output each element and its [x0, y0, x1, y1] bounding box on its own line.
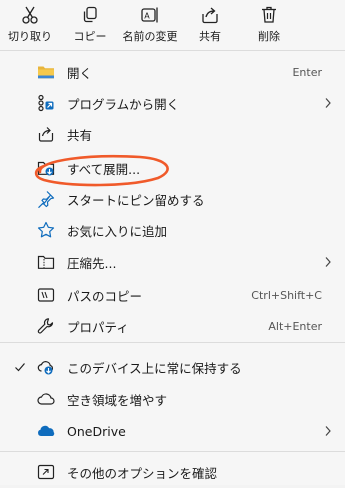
checkmark-icon: [15, 363, 25, 372]
menu-item-copy-path[interactable]: パスのコピー Ctrl+Shift+C: [0, 279, 345, 311]
menu-item-favorites[interactable]: お気に入りに追加: [0, 214, 345, 246]
menu-item-onedrive[interactable]: OneDrive: [0, 415, 345, 447]
trash-icon: [262, 6, 276, 23]
share-label: 共有: [67, 127, 93, 143]
pin-start-label: スタートにピン留めする: [67, 192, 205, 208]
menu-item-properties[interactable]: プロパティ Alt+Enter: [0, 310, 345, 342]
keep-on-device-label: このデバイス上に常に保持する: [67, 360, 242, 376]
rename-icon: A: [141, 7, 158, 23]
compress-label: 圧縮先...: [67, 255, 117, 271]
divider: [0, 50, 345, 51]
more-options-icon: [37, 464, 55, 480]
context-toolbar: 切り取り コピー A 名前の変更 共有 削除: [0, 0, 345, 50]
menu-item-keep-on-device[interactable]: このデバイス上に常に保持する: [0, 351, 345, 383]
copy-icon: [83, 6, 97, 23]
menu-item-open-with[interactable]: プログラムから開く: [0, 87, 345, 119]
open-with-icon: [38, 94, 54, 112]
copy-label: コピー: [73, 30, 107, 43]
extract-icon: [37, 161, 55, 176]
chevron-right-icon: [325, 426, 331, 436]
properties-label: プロパティ: [67, 319, 129, 335]
svg-text:A: A: [144, 12, 150, 21]
divider: [0, 342, 345, 343]
properties-shortcut: Alt+Enter: [268, 319, 322, 333]
cloud-download-icon: [37, 361, 54, 375]
share-icon: [202, 7, 218, 24]
delete-button[interactable]: 削除: [251, 2, 287, 48]
share-toolbar-button[interactable]: 共有: [192, 2, 228, 48]
scissors-icon: [22, 6, 38, 24]
menu-item-compress[interactable]: 圧縮先...: [0, 246, 345, 278]
menu-item-more-options[interactable]: その他のオプションを確認: [0, 456, 345, 488]
menu-item-open[interactable]: 開く Enter: [0, 56, 345, 88]
onedrive-icon: [38, 425, 55, 436]
star-icon: [37, 221, 55, 238]
copy-path-shortcut: Ctrl+Shift+C: [251, 288, 322, 302]
delete-label: 削除: [258, 30, 280, 43]
onedrive-label: OneDrive: [67, 423, 126, 439]
menu-item-share[interactable]: 共有: [0, 118, 345, 150]
open-shortcut: Enter: [292, 65, 322, 79]
favorites-label: お気に入りに追加: [67, 223, 168, 239]
copy-path-icon: [37, 288, 55, 302]
cut-label: 切り取り: [8, 30, 52, 43]
cut-button[interactable]: 切り取り: [6, 2, 54, 48]
copy-button[interactable]: コピー: [70, 2, 110, 48]
rename-label: 名前の変更: [122, 30, 178, 43]
context-menu: 切り取り コピー A 名前の変更 共有 削除 開く Enter プログラムから開…: [0, 0, 345, 485]
menu-item-free-space[interactable]: 空き領域を増やす: [0, 383, 345, 415]
menu-item-pin-start[interactable]: スタートにピン留めする: [0, 183, 345, 215]
more-options-label: その他のオプションを確認: [67, 465, 218, 481]
cloud-icon: [37, 393, 55, 405]
share-icon: [38, 127, 54, 142]
pin-icon: [38, 191, 55, 208]
share-toolbar-label: 共有: [199, 30, 221, 43]
menu-item-extract-all[interactable]: すべて展開...: [0, 152, 345, 184]
wrench-icon: [37, 318, 54, 334]
chevron-right-icon: [325, 257, 331, 267]
folder-icon: [38, 66, 54, 79]
rename-button[interactable]: A 名前の変更: [118, 2, 182, 48]
copy-path-label: パスのコピー: [67, 288, 143, 304]
zip-folder-icon: [37, 255, 55, 269]
extract-all-label: すべて展開...: [67, 161, 141, 177]
divider: [0, 451, 345, 452]
chevron-right-icon: [325, 98, 331, 108]
open-with-label: プログラムから開く: [67, 96, 180, 112]
free-space-label: 空き領域を増やす: [67, 392, 168, 408]
open-label: 開く: [67, 65, 93, 81]
